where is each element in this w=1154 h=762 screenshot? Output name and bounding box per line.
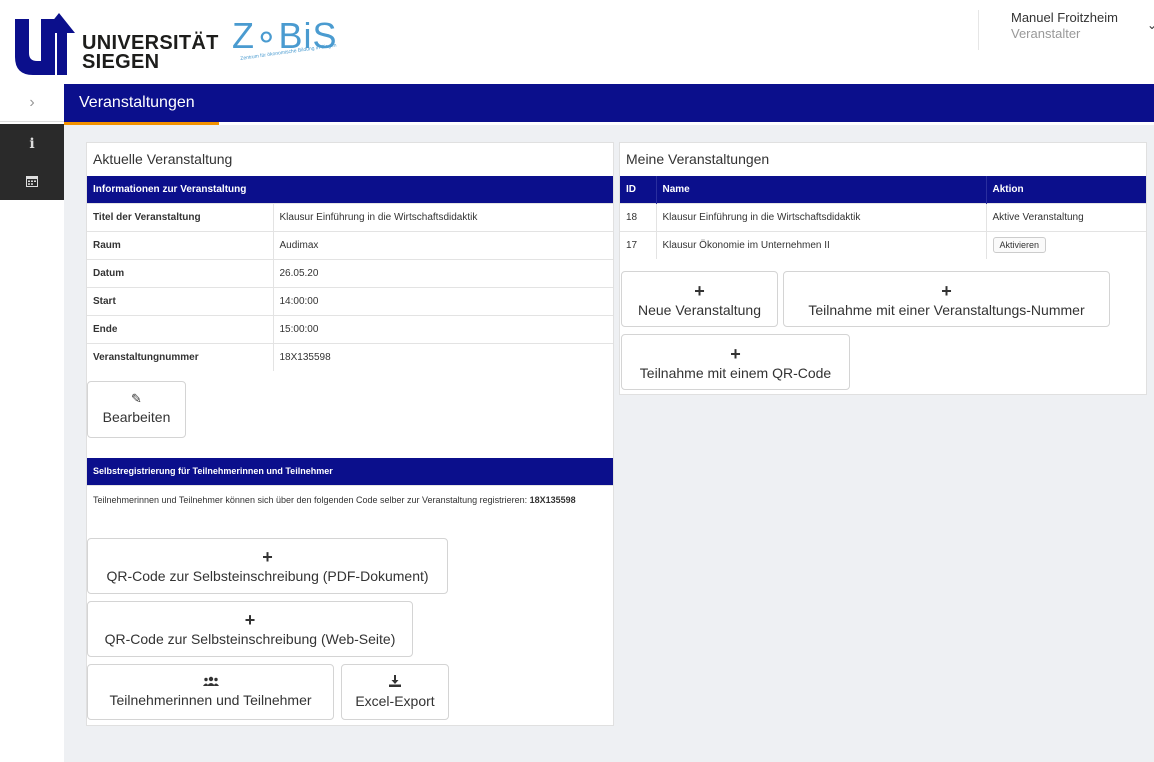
excel-export-button-label: Excel-Export (355, 693, 435, 709)
participants-button-label: Teilnehmerinnen und Teilnehmer (109, 692, 312, 708)
university-name: UNIVERSITÄT SIEGEN (82, 33, 219, 73)
join-by-qr-button[interactable]: + Teilnahme mit einem QR-Code (621, 334, 850, 390)
chevron-down-icon[interactable]: ⌄ (1147, 18, 1154, 32)
event-action-status: Aktive Veranstaltung (985, 202, 1146, 231)
my-events-table: ID Name Aktion 18 Klausur Einführung in … (620, 176, 1146, 259)
row-key: Raum (87, 230, 273, 259)
join-by-qr-button-label: Teilnahme mit einem QR-Code (639, 365, 832, 381)
row-value: Audimax (272, 230, 613, 259)
column-header-name: Name (655, 176, 986, 203)
participants-button[interactable]: Teilnehmerinnen und Teilnehmer (87, 664, 334, 720)
event-info-table: Informationen zur Veranstaltung Titel de… (87, 176, 613, 371)
activate-button[interactable]: Aktivieren (992, 237, 1047, 254)
qr-web-button-label: QR-Code zur Selbsteinschreibung (Web-Sei… (104, 631, 396, 647)
download-icon (342, 675, 448, 690)
table-row: Datum 26.05.20 (87, 258, 613, 287)
user-menu[interactable]: Manuel Froitzheim Veranstalter (978, 10, 1154, 50)
row-key: Ende (87, 314, 273, 343)
event-id: 17 (620, 230, 656, 259)
excel-export-button[interactable]: Excel-Export (341, 664, 449, 720)
university-logo (15, 13, 75, 75)
edit-icon: ✎ (131, 391, 142, 406)
row-value: 15:00:00 (272, 314, 613, 343)
plus-icon: + (262, 547, 273, 567)
self-registration-header: Selbstregistrierung für Teilnehmerinnen … (87, 458, 613, 485)
self-registration-text: Teilnehmerinnen und Teilnehmer können si… (87, 485, 613, 529)
calendar-icon[interactable] (24, 174, 40, 190)
qr-pdf-button[interactable]: + QR-Code zur Selbsteinschreibung (PDF-D… (87, 538, 448, 594)
info-icon[interactable]: i (24, 136, 40, 152)
column-header-id: ID (620, 176, 656, 203)
user-name: Manuel Froitzheim (1011, 10, 1118, 25)
self-registration-description: Teilnehmerinnen und Teilnehmer können si… (93, 495, 528, 505)
table-row: Titel der Veranstaltung Klausur Einführu… (87, 202, 613, 231)
plus-icon: + (941, 281, 952, 301)
table-row: Raum Audimax (87, 230, 613, 259)
new-event-button[interactable]: + Neue Veranstaltung (621, 271, 778, 327)
row-key: Start (87, 286, 273, 315)
user-role: Veranstalter (1011, 26, 1081, 41)
zobis-logo: Z∘BiS Zentrum für ökonomische Bildung in… (232, 18, 362, 68)
row-value: 18X135598 (272, 342, 613, 371)
users-icon (88, 675, 333, 689)
row-value: Klausur Einführung in die Wirtschaftsdid… (272, 202, 613, 231)
column-header-action: Aktion (985, 176, 1146, 203)
row-value: 14:00:00 (272, 286, 613, 315)
plus-icon: + (730, 344, 741, 364)
self-registration-code: 18X135598 (529, 495, 576, 505)
row-key: Datum (87, 258, 273, 287)
qr-pdf-button-label: QR-Code zur Selbsteinschreibung (PDF-Dok… (106, 568, 429, 584)
event-action-cell: Aktivieren (985, 230, 1146, 259)
event-id: 18 (620, 202, 656, 231)
join-by-number-button-label: Teilnahme mit einer Veranstaltungs-Numme… (808, 302, 1085, 318)
university-name-line2: SIEGEN (82, 51, 160, 73)
event-name: Klausur Einführung in die Wirtschaftsdid… (655, 202, 986, 231)
edit-button-label: Bearbeiten (102, 409, 171, 425)
qr-web-button[interactable]: + QR-Code zur Selbsteinschreibung (Web-S… (87, 601, 413, 657)
table-row: Ende 15:00:00 (87, 314, 613, 343)
edit-button[interactable]: ✎ Bearbeiten (87, 381, 186, 438)
table-row: Veranstaltungnummer 18X135598 (87, 342, 613, 371)
row-key: Veranstaltungnummer (87, 342, 273, 371)
chevron-right-icon[interactable]: › (0, 84, 64, 122)
page-title: Veranstaltungen (79, 94, 195, 111)
plus-icon: + (244, 610, 256, 630)
table-row: Start 14:00:00 (87, 286, 613, 315)
row-value: 26.05.20 (272, 258, 613, 287)
table-row: 18 Klausur Einführung in die Wirtschafts… (620, 202, 1146, 231)
row-key: Titel der Veranstaltung (87, 202, 273, 231)
new-event-button-label: Neue Veranstaltung (638, 302, 761, 318)
my-events-title: Meine Veranstaltungen (626, 151, 770, 167)
event-name: Klausur Ökonomie im Unternehmen II (655, 230, 986, 259)
plus-icon: + (694, 281, 705, 301)
event-info-header: Informationen zur Veranstaltung (87, 176, 613, 203)
join-by-number-button[interactable]: + Teilnahme mit einer Veranstaltungs-Num… (783, 271, 1110, 327)
sidebar: i (0, 124, 64, 200)
current-event-title: Aktuelle Veranstaltung (93, 151, 233, 167)
table-row: 17 Klausur Ökonomie im Unternehmen II Ak… (620, 230, 1146, 259)
